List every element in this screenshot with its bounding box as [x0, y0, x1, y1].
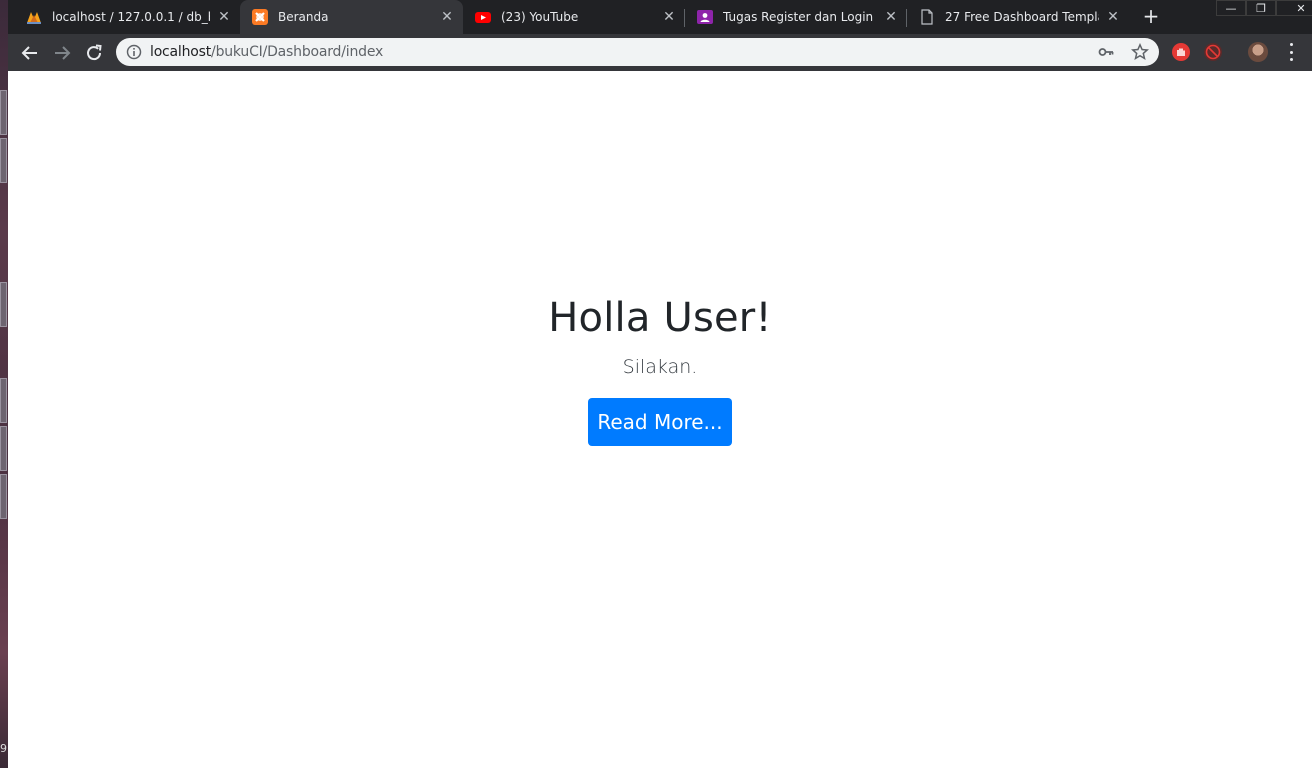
tab-phpmyadmin[interactable]: localhost / 127.0.0.1 / db_buku ✕ [14, 0, 240, 34]
close-tab-icon[interactable]: ✕ [439, 9, 455, 25]
read-more-button[interactable]: Read More... [588, 398, 732, 446]
desktop-widget [0, 282, 7, 327]
tab-strip: localhost / 127.0.0.1 / db_buku ✕ Berand… [8, 0, 1312, 34]
url-host: localhost [150, 44, 212, 60]
desktop-widget [0, 426, 7, 471]
tab-title: Tugas Register dan Login [723, 10, 874, 24]
tab-title: Beranda [278, 10, 329, 24]
browser-menu-icon[interactable] [1284, 43, 1298, 61]
close-tab-icon[interactable]: ✕ [216, 9, 232, 25]
back-button[interactable] [16, 39, 44, 67]
desktop-widget [0, 378, 7, 423]
tab-beranda[interactable]: Beranda ✕ [240, 0, 463, 34]
profile-avatar[interactable] [1248, 42, 1268, 62]
close-window-button[interactable]: ✕ [1276, 0, 1312, 16]
desktop-widget [0, 138, 7, 183]
page-viewport: Holla User! Silakan. Read More... [8, 71, 1312, 768]
page-heading: Holla User! [548, 295, 772, 341]
desktop-edge: 9 [0, 0, 8, 768]
desktop-widget [0, 90, 7, 135]
close-tab-icon[interactable]: ✕ [1105, 9, 1121, 25]
bookmark-star-icon[interactable] [1130, 42, 1150, 61]
restore-button[interactable]: ❐ [1246, 0, 1276, 16]
minimize-button[interactable]: — [1216, 0, 1246, 16]
xampp-icon [252, 9, 268, 25]
url-text[interactable]: localhost/bukuCI/Dashboard/index [150, 44, 383, 60]
tab-title: 27 Free Dashboard Templates [945, 10, 1099, 24]
forward-arrow-icon [55, 46, 71, 60]
tab-classroom[interactable]: Tugas Register dan Login ✕ [685, 0, 907, 34]
desktop-edge-number: 9 [0, 742, 7, 755]
jumbotron: Holla User! Silakan. Read More... [8, 71, 1312, 768]
info-icon[interactable] [126, 44, 142, 60]
phpmyadmin-icon [26, 9, 42, 25]
browser-toolbar: localhost/bukuCI/Dashboard/index [8, 34, 1312, 71]
browser-window: localhost / 127.0.0.1 / db_buku ✕ Berand… [8, 0, 1312, 768]
window-controls: — ❐ ✕ [1216, 0, 1312, 16]
forward-button[interactable] [48, 39, 76, 67]
youtube-icon [475, 9, 491, 25]
tab-title: localhost / 127.0.0.1 / db_buku [52, 10, 210, 24]
adblock-icon[interactable] [1172, 43, 1190, 61]
close-tab-icon[interactable]: ✕ [661, 9, 677, 25]
reload-icon [87, 44, 102, 61]
address-bar[interactable]: localhost/bukuCI/Dashboard/index [116, 38, 1159, 66]
back-arrow-icon [21, 46, 37, 60]
new-tab-button[interactable]: + [1141, 4, 1161, 28]
tab-youtube[interactable]: (23) YouTube ✕ [463, 0, 685, 34]
close-tab-icon[interactable]: ✕ [883, 9, 899, 25]
tab-title: (23) YouTube [501, 10, 579, 24]
page-icon [919, 9, 935, 25]
lead-text: Silakan. [622, 356, 698, 378]
url-path: /bukuCI/Dashboard/index [211, 44, 384, 60]
key-icon[interactable] [1098, 44, 1114, 60]
reload-button[interactable] [80, 39, 108, 67]
classroom-icon [697, 9, 713, 25]
tab-dashboard-templates[interactable]: 27 Free Dashboard Templates ✕ [907, 0, 1129, 34]
desktop-widget [0, 474, 7, 519]
blocker-extension-icon[interactable] [1204, 43, 1222, 61]
